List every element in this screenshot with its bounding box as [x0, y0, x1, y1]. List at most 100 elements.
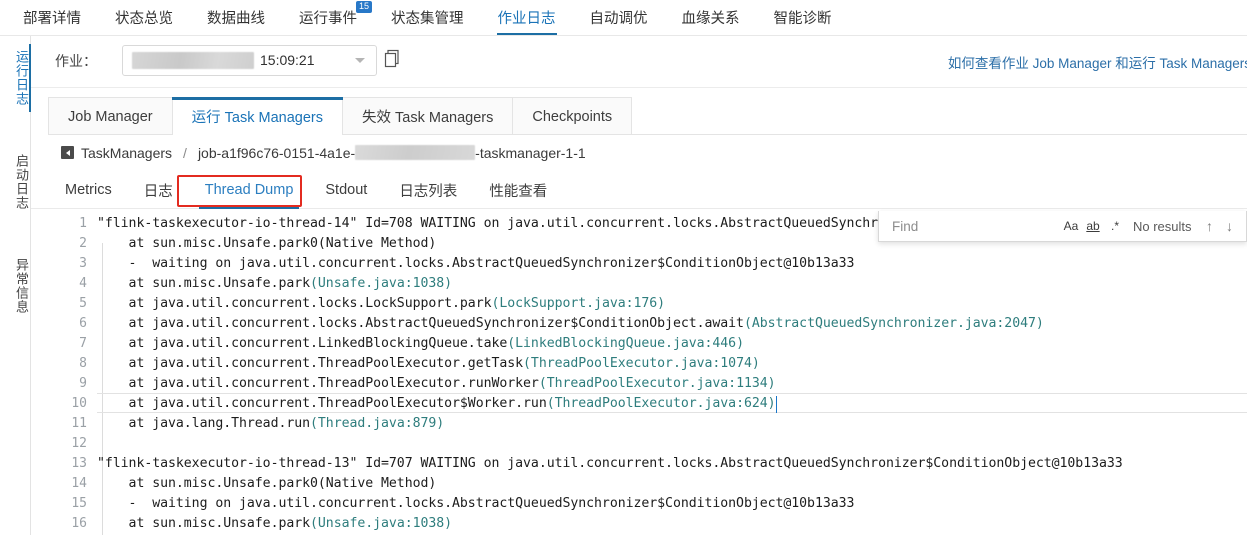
manager-tab-2[interactable]: 失效 Task Managers [342, 97, 514, 135]
regex-icon[interactable]: .* [1104, 215, 1126, 237]
detail-tab-label: Thread Dump [204, 182, 294, 198]
line-number: 7 [79, 336, 87, 351]
code-line[interactable]: at java.util.concurrent.LinkedBlockingQu… [97, 334, 744, 354]
top-nav-item-8[interactable]: 智能诊断 [757, 0, 849, 35]
detail-tab-2[interactable]: Thread Dump [189, 172, 310, 209]
code-line[interactable]: at sun.misc.Unsafe.park0(Native Method) [97, 234, 437, 254]
job-select-dropdown[interactable]: 15:09:21 [122, 45, 377, 76]
top-nav-item-label: 部署详情 [23, 11, 81, 27]
top-nav-item-label: 智能诊断 [773, 11, 832, 27]
detail-tab-4[interactable]: 日志列表 [383, 172, 473, 209]
rail-item-1[interactable]: 启动日志 [0, 154, 31, 210]
detail-tab-label: Metrics [65, 182, 112, 198]
detail-tab-0[interactable]: Metrics [61, 172, 128, 209]
rail-item-label: 运行日志 [14, 50, 29, 106]
find-next-icon[interactable]: ↓ [1220, 215, 1240, 237]
line-number: 2 [79, 236, 87, 251]
detail-tab-1[interactable]: 日志 [128, 172, 189, 209]
code-line[interactable]: at java.util.concurrent.locks.AbstractQu… [97, 314, 1044, 334]
top-navigation-bar: 部署详情 状态总览 数据曲线 运行事件 15 状态集管理 作业日志 自动调优 血缘关系 智能诊断 [0, 0, 1247, 36]
line-number: 11 [71, 416, 87, 431]
code-link[interactable]: (ThreadPoolExecutor.java:1074) [523, 356, 760, 371]
top-nav-item-label: 状态集管理 [391, 11, 464, 27]
code-line[interactable]: at sun.misc.Unsafe.park(Unsafe.java:1038… [97, 514, 453, 534]
code-line[interactable]: - waiting on java.util.concurrent.locks.… [97, 254, 855, 274]
manager-tab-1[interactable]: 运行 Task Managers [171, 97, 344, 136]
top-nav-item-2[interactable]: 数据曲线 [190, 0, 282, 35]
line-number: 16 [71, 516, 87, 531]
top-nav-item-5[interactable]: 作业日志 [481, 0, 573, 35]
detail-tab-5[interactable]: 性能查看 [473, 172, 563, 209]
top-nav-item-7[interactable]: 血缘关系 [665, 0, 757, 35]
code-link[interactable]: (LockSupport.java:176) [491, 296, 665, 311]
find-input[interactable] [890, 217, 1060, 235]
breadcrumb-redacted [355, 145, 476, 160]
back-arrow-icon[interactable] [61, 146, 74, 159]
code-link[interactable]: (AbstractQueuedSynchronizer.java:2047) [744, 316, 1044, 331]
code-link[interactable]: (ThreadPoolExecutor.java:1134) [539, 376, 776, 391]
rail-item-label: 启动日志 [14, 154, 29, 210]
top-nav-item-label: 自动调优 [589, 11, 648, 27]
code-line[interactable]: at java.util.concurrent.ThreadPoolExecut… [97, 374, 776, 394]
detail-tab-label: 日志列表 [399, 183, 458, 200]
line-number: 14 [71, 476, 87, 491]
top-nav-item-label: 数据曲线 [207, 11, 265, 27]
rail-item-label: 异常信息 [14, 258, 29, 314]
chevron-down-icon [355, 58, 365, 63]
line-number: 15 [71, 496, 87, 511]
top-nav-item-6[interactable]: 自动调优 [573, 0, 665, 35]
text-caret [775, 396, 778, 413]
manager-tab-label: Job Manager [68, 108, 153, 125]
find-previous-icon[interactable]: ↑ [1200, 215, 1220, 237]
copy-icon[interactable] [383, 49, 401, 69]
line-number: 12 [71, 436, 87, 451]
breadcrumb-separator: / [183, 144, 187, 161]
breadcrumb: TaskManagers / job-a1f96c76-0151-4a1e- -… [31, 135, 1247, 170]
detail-tab-label: Stdout [325, 182, 368, 198]
top-nav-item-label: 运行事件 [299, 11, 357, 27]
breadcrumb-job-prefix: job-a1f96c76-0151-4a1e- [197, 144, 356, 161]
code-line[interactable]: at java.util.concurrent.ThreadPoolExecut… [97, 394, 776, 414]
code-line[interactable]: at java.lang.Thread.run(Thread.java:879) [97, 414, 445, 434]
job-label: 作业： [55, 53, 97, 69]
code-link[interactable]: (Thread.java:879) [310, 416, 444, 431]
rail-item-2[interactable]: 异常信息 [0, 258, 31, 314]
code-link[interactable]: (LinkedBlockingQueue.java:446) [507, 336, 744, 351]
manager-tab-label: 失效 Task Managers [362, 110, 494, 126]
find-result-status: No results [1133, 218, 1192, 234]
rail-item-0[interactable]: 运行日志 [0, 44, 32, 112]
detail-tab-3[interactable]: Stdout [309, 172, 383, 209]
breadcrumb-root[interactable]: TaskManagers [81, 145, 172, 161]
manager-tab-label: Checkpoints [532, 108, 613, 125]
top-nav-item-1[interactable]: 状态总览 [98, 0, 190, 35]
top-nav-item-4[interactable]: 状态集管理 [374, 0, 481, 35]
line-number: 9 [79, 376, 87, 391]
find-menu-icon[interactable]: ≡ [1242, 215, 1247, 237]
manager-tab-3[interactable]: Checkpoints [512, 97, 633, 135]
left-vertical-tab-rail: 运行日志启动日志异常信息 [0, 36, 32, 535]
code-line[interactable]: at sun.misc.Unsafe.park(Unsafe.java:1038… [97, 274, 453, 294]
top-nav-item-0[interactable]: 部署详情 [6, 0, 98, 35]
code-line[interactable]: at sun.misc.Unsafe.park0(Native Method) [97, 474, 437, 494]
code-line[interactable]: - waiting on java.util.concurrent.locks.… [97, 494, 855, 514]
whole-word-icon[interactable]: ab [1082, 215, 1104, 237]
top-nav-item-label: 血缘关系 [681, 11, 740, 27]
manager-tab-0[interactable]: Job Manager [48, 97, 173, 135]
match-case-icon[interactable]: Aa [1060, 215, 1082, 237]
line-number: 1 [79, 216, 87, 231]
code-line[interactable]: "flink-taskexecutor-io-thread-13" Id=707… [97, 454, 1123, 474]
line-number: 3 [79, 256, 87, 271]
manager-tabs: Job Manager 运行 Task Managers 失效 Task Manag… [31, 88, 1247, 136]
code-link[interactable]: (Unsafe.java:1038) [310, 276, 452, 291]
code-link[interactable]: (ThreadPoolExecutor.java:624) [547, 396, 776, 411]
line-number: 5 [79, 296, 87, 311]
code-link[interactable]: (Unsafe.java:1038) [310, 516, 452, 531]
code-content[interactable]: "flink-taskexecutor-io-thread-14" Id=708… [97, 209, 1247, 535]
code-line[interactable]: at java.util.concurrent.ThreadPoolExecut… [97, 354, 760, 374]
code-line[interactable]: at java.util.concurrent.locks.LockSuppor… [97, 294, 666, 314]
line-number: 13 [71, 456, 87, 471]
thread-dump-editor[interactable]: 1 2 3 4 5 6 7 8 9 10 11 12 13 14 15 16 "flink-taskexecu… [31, 209, 1247, 535]
breadcrumb-job-suffix: -taskmanager-1-1 [475, 144, 586, 161]
help-link[interactable]: 如何查看作业 Job Manager 和运行 Task Managers [948, 52, 1247, 72]
top-nav-item-3[interactable]: 运行事件 15 [282, 0, 374, 35]
